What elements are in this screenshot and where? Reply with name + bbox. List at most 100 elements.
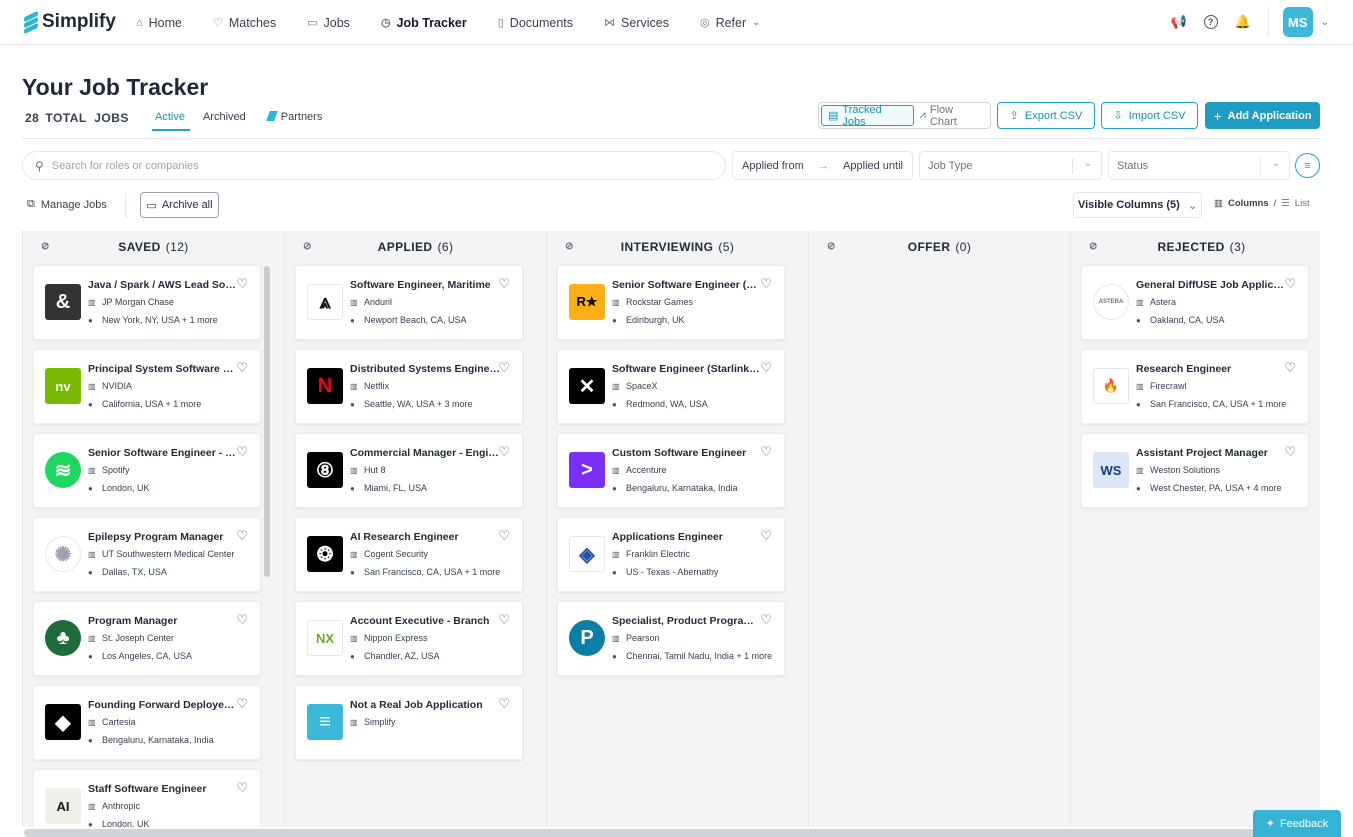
tab-partners-label: Partners xyxy=(280,111,323,123)
simplify-logo[interactable]: Simplify xyxy=(24,10,116,35)
job-card[interactable]: ❂ AI Research Engineer ▥ Cogent Security ● Sa… xyxy=(295,517,523,592)
columns-view-button[interactable]: Columns xyxy=(1228,198,1269,209)
nav-item-services[interactable]: ⋈ Services xyxy=(604,16,669,30)
heart-icon[interactable]: ♡ xyxy=(236,528,248,544)
job-card[interactable]: ⑧ Commercial Manager - Engineering ▥ Hut 8 ●… xyxy=(295,433,523,508)
heart-icon[interactable]: ♡ xyxy=(236,696,248,712)
horizontal-scrollbar[interactable] xyxy=(24,829,1324,837)
applied-until[interactable]: Applied until xyxy=(843,160,903,172)
heart-icon[interactable]: ♡ xyxy=(236,612,248,628)
job-card[interactable]: ◆ Founding Forward Deployed Engineer ▥ Cart… xyxy=(33,685,261,760)
hide-column-icon[interactable]: ⊘ xyxy=(1089,241,1098,252)
heart-icon[interactable]: ♡ xyxy=(498,612,510,628)
total-count: 28 xyxy=(25,111,40,125)
manage-jobs-button[interactable]: ⧉ Manage Jobs xyxy=(27,198,107,211)
archive-all-button[interactable]: ▭ Archive all xyxy=(140,192,219,218)
status-select[interactable]: Status ⌄ xyxy=(1108,151,1290,180)
tab-active[interactable]: Active xyxy=(155,111,185,123)
help-icon[interactable]: ? xyxy=(1203,15,1218,29)
heart-icon[interactable]: ♡ xyxy=(498,444,510,460)
heart-icon[interactable]: ♡ xyxy=(236,360,248,376)
heart-icon[interactable]: ♡ xyxy=(1284,360,1296,376)
heart-icon[interactable]: ♡ xyxy=(1284,444,1296,460)
heart-icon[interactable]: ♡ xyxy=(498,696,510,712)
export-csv-button[interactable]: ⇪ Export CSV xyxy=(997,102,1095,129)
building-icon: ▥ xyxy=(350,718,358,727)
job-card[interactable]: AI Staff Software Engineer ▥ Anthropic ● Lond… xyxy=(33,769,261,827)
job-card[interactable]: ♣ Program Manager ▥ St. Joseph Center ● Los A… xyxy=(33,601,261,676)
avatar[interactable]: MS xyxy=(1282,7,1313,37)
job-card[interactable]: ◈ Applications Engineer ▥ Franklin Electric… xyxy=(557,517,785,592)
hide-column-icon[interactable]: ⊘ xyxy=(565,241,574,252)
search-input[interactable] xyxy=(51,159,692,172)
job-card[interactable]: WS Assistant Project Manager ▥ Weston Solut… xyxy=(1081,433,1309,508)
heart-icon[interactable]: ♡ xyxy=(760,528,772,544)
plus-icon: + xyxy=(1213,107,1222,124)
tab-partners[interactable]: Partners xyxy=(265,111,323,123)
heart-icon[interactable]: ♡ xyxy=(236,444,248,460)
heart-icon[interactable]: ♡ xyxy=(760,612,772,628)
job-card[interactable]: ✺ Epilepsy Program Manager ▥ UT Southwester… xyxy=(33,517,261,592)
heart-icon[interactable]: ♡ xyxy=(1284,276,1296,292)
job-card[interactable]: ≋ Senior Software Engineer - Technical Le… xyxy=(33,433,261,508)
job-type-select[interactable]: Job Type ⌄ xyxy=(919,151,1102,180)
heart-icon[interactable]: ♡ xyxy=(760,444,772,460)
nav-item-documents[interactable]: ▯ Documents xyxy=(498,16,573,30)
heart-icon[interactable]: ♡ xyxy=(760,276,772,292)
job-title: Founding Forward Deployed Engineer xyxy=(88,699,238,711)
heart-icon[interactable]: ♡ xyxy=(498,360,510,376)
job-card[interactable]: N Distributed Systems Engineer 6 (Backend… xyxy=(295,349,523,424)
date-range-picker[interactable]: Applied from → Applied until xyxy=(732,151,913,180)
nav-item-job-tracker[interactable]: ◷ Job Tracker xyxy=(381,16,467,30)
list-view-button[interactable]: List xyxy=(1295,198,1310,209)
job-card[interactable]: &Java / Spark / AWS Lead Software Engine… xyxy=(33,265,261,340)
bell-icon[interactable]: 🔔 xyxy=(1235,14,1251,29)
location-label: Chandler, AZ, USA xyxy=(364,651,440,661)
location-label: Redmond, WA, USA xyxy=(626,399,708,409)
company-name: ▥ Rockstar Games xyxy=(612,297,693,307)
company-name: ▥ Firecrawl xyxy=(1136,381,1187,391)
job-card[interactable]: P Specialist, Product Program Management ▥… xyxy=(557,601,785,676)
company-name: ▥ Anduril xyxy=(350,297,392,307)
building-icon: ▥ xyxy=(612,634,620,643)
add-application-button[interactable]: + Add Application xyxy=(1205,102,1320,129)
heart-icon[interactable]: ♡ xyxy=(236,780,248,796)
nav-item-jobs[interactable]: ▭ Jobs xyxy=(307,16,350,30)
hide-column-icon[interactable]: ⊘ xyxy=(827,241,836,252)
job-card[interactable]: R★ Senior Software Engineer (C++) ▥ Rocksta… xyxy=(557,265,785,340)
download-icon: ⇩ xyxy=(1113,110,1123,122)
column-scrollbar[interactable] xyxy=(264,266,270,577)
hide-column-icon[interactable]: ⊘ xyxy=(303,241,312,252)
job-card[interactable]: nv Principal System Software Engineer ▥ NVI… xyxy=(33,349,261,424)
job-card[interactable]: ⩓ Software Engineer, Maritime ▥ Anduril ● New… xyxy=(295,265,523,340)
location-label: Seattle, WA, USA + 3 more xyxy=(364,399,473,409)
megaphone-icon[interactable]: 📢 xyxy=(1171,14,1187,29)
tab-archived[interactable]: Archived xyxy=(203,111,246,123)
filter-button[interactable]: ≡ xyxy=(1295,153,1320,178)
job-card[interactable]: ✕ Software Engineer (Starlink Enterprise)… xyxy=(557,349,785,424)
job-card[interactable]: > Custom Software Engineer ▥ Accenture ● Beng… xyxy=(557,433,785,508)
import-csv-button[interactable]: ⇩ Import CSV xyxy=(1101,102,1198,129)
heart-icon[interactable]: ♡ xyxy=(760,360,772,376)
applied-from[interactable]: Applied from xyxy=(742,160,804,172)
job-card[interactable]: ASTERA General DiffUSE Job Application ▥ As… xyxy=(1081,265,1309,340)
upload-icon: ⇪ xyxy=(1009,110,1019,122)
tracked-jobs-button[interactable]: ▤ Tracked Jobs xyxy=(821,104,914,128)
job-card[interactable]: 🔥 Research Engineer ▥ Firecrawl ● San Francis… xyxy=(1081,349,1309,424)
filter-icon: ≡ xyxy=(1304,159,1311,172)
nav-item-matches[interactable]: ♡ Matches xyxy=(213,16,276,30)
job-card[interactable]: NX Account Executive - Branch ▥ Nippon Expr… xyxy=(295,601,523,676)
job-card[interactable]: ≡ Not a Real Job Application ▥ Simplify ♡ xyxy=(295,685,523,760)
flow-chart-button[interactable]: ⩘ Flow Chart xyxy=(914,104,988,128)
heart-icon[interactable]: ♡ xyxy=(498,528,510,544)
heart-icon[interactable]: ♡ xyxy=(236,276,248,292)
heart-icon: ♡ xyxy=(213,17,223,29)
feedback-button[interactable]: ✦ Feedback xyxy=(1253,810,1341,837)
job-title: Specialist, Product Program Management xyxy=(612,615,762,627)
heart-icon[interactable]: ♡ xyxy=(498,276,510,292)
nav-item-home[interactable]: ⌂ Home xyxy=(136,16,182,30)
hide-column-icon[interactable]: ⊘ xyxy=(41,241,50,252)
visible-columns-select[interactable]: Visible Columns (5) ⌄ xyxy=(1073,192,1202,218)
nav-item-refer[interactable]: ◎ Refer ⌄ xyxy=(700,16,761,30)
chevron-down-icon[interactable]: ⌄ xyxy=(1321,17,1329,28)
